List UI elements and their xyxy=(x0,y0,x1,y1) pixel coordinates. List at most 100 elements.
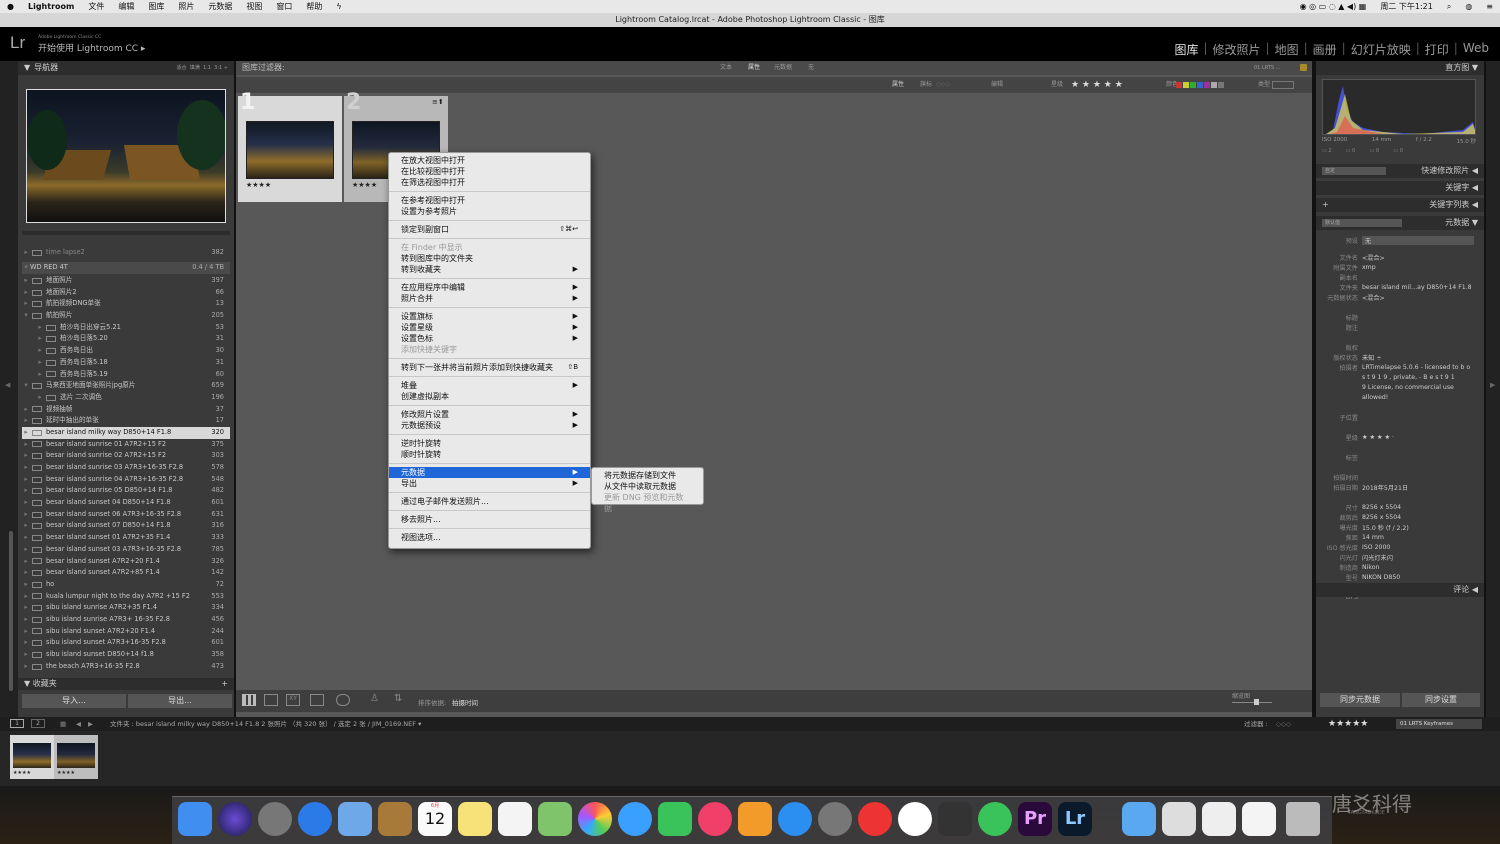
collections-header[interactable]: ▼ 收藏夹 + xyxy=(18,678,234,690)
disclosure-triangle-icon[interactable]: ▸ xyxy=(22,637,30,649)
export-button[interactable]: 导出... xyxy=(128,694,232,708)
folder-volume[interactable]: ▸ time lapse2 382 xyxy=(22,247,230,259)
netease-music-icon[interactable] xyxy=(858,802,892,836)
disclosure-triangle-icon[interactable]: ▸ xyxy=(36,345,44,357)
menu-library[interactable]: 图库 xyxy=(141,1,171,12)
metadata-row[interactable]: 拍摄时间 xyxy=(1320,472,1480,482)
filmstrip-flag-filter[interactable]: ◇◇◇ xyxy=(1276,717,1291,731)
rating-stars[interactable]: ★ ★ ★ ★ ★ xyxy=(1071,77,1123,93)
disclosure-triangle-icon[interactable]: ▸ xyxy=(22,567,30,579)
comments-header[interactable]: 评论 ◀ xyxy=(1316,583,1484,597)
lrtimelapse-icon[interactable] xyxy=(938,802,972,836)
notes-icon[interactable] xyxy=(458,802,492,836)
spotlight-icon[interactable]: ⌕ xyxy=(1440,2,1458,12)
module-slideshow[interactable]: 幻灯片放映 xyxy=(1346,41,1416,58)
brand-link[interactable]: 开始使用 Lightroom CC ▸ xyxy=(38,41,145,54)
metadata-row[interactable]: 制造商 Nikon xyxy=(1320,562,1480,572)
folder-item[interactable]: ▸ besar island sunrise 02 A7R2+15 F2 303 xyxy=(22,450,230,462)
context-menu-item[interactable]: 元数据预设 ▶ xyxy=(389,420,590,431)
folder-item[interactable]: ▸ besar island sunset 01 A7R2+35 F1.4 333 xyxy=(22,532,230,544)
disclosure-triangle-icon[interactable]: ▸ xyxy=(36,369,44,381)
metadata-value[interactable]: <混合> xyxy=(1362,293,1385,302)
grid-mini-icon[interactable]: ▦ xyxy=(60,717,66,731)
context-menu-item[interactable]: 设置星级 ▶ xyxy=(389,322,590,333)
document-icon[interactable] xyxy=(1162,802,1196,836)
module-map[interactable]: 地图 xyxy=(1270,41,1304,58)
contacts-icon[interactable] xyxy=(378,802,412,836)
context-menu-item[interactable]: 设置旗标 ▶ xyxy=(389,311,590,322)
calendar-icon[interactable]: 6月 12 xyxy=(418,802,452,836)
import-button[interactable]: 导入... xyxy=(22,694,126,708)
cell-stars[interactable]: ★★★★ xyxy=(246,181,271,189)
grid-cell[interactable]: 1 ★★★★ xyxy=(238,90,342,202)
left-scrollbar[interactable] xyxy=(9,531,13,691)
module-print[interactable]: 打印 xyxy=(1420,41,1454,58)
metadata-value[interactable]: 闪光灯未闪 xyxy=(1362,553,1393,562)
folder-item[interactable]: ▸ besar island sunset 04 D850+14 F1.8 601 xyxy=(22,497,230,509)
reminders-icon[interactable] xyxy=(498,802,532,836)
folder-item[interactable]: ▸ sibu island sunset D850+14 f1.8 358 xyxy=(22,649,230,661)
menu-help[interactable]: 帮助 xyxy=(299,1,329,12)
disclosure-triangle-icon[interactable]: ▸ xyxy=(22,404,30,416)
metadata-row[interactable] xyxy=(1320,402,1480,412)
context-menu-item[interactable]: 顺时针旋转 xyxy=(389,449,590,460)
trash-icon[interactable] xyxy=(1286,802,1320,836)
baidu-netdisk-icon[interactable] xyxy=(898,802,932,836)
music-icon[interactable] xyxy=(698,802,732,836)
back-arrow-icon[interactable]: ◀ xyxy=(76,717,81,731)
folder-item[interactable]: ▸ besar island sunrise 05 D850+14 F1.8 482 xyxy=(22,485,230,497)
lightroom-dock-icon[interactable]: Lr xyxy=(1058,802,1092,836)
metadata-value[interactable]: Nikon xyxy=(1362,564,1379,571)
cell-stars[interactable]: ★★★★ xyxy=(352,181,377,189)
forward-arrow-icon[interactable]: ▶ xyxy=(88,717,93,731)
disclosure-triangle-icon[interactable]: ▸ xyxy=(22,439,30,451)
folder-icon[interactable] xyxy=(1122,802,1156,836)
grid-view-icon[interactable] xyxy=(242,694,256,706)
menubar-clock[interactable]: 周二 下午1:21 xyxy=(1373,1,1440,12)
context-menu-item[interactable]: 转到收藏夹 ▶ xyxy=(389,264,590,275)
disclosure-triangle-icon[interactable]: ▸ xyxy=(36,357,44,369)
folder-item[interactable]: ▸ 西务岛日出 30 xyxy=(22,345,230,357)
disclosure-triangle-icon[interactable]: ▸ xyxy=(22,579,30,591)
disclosure-triangle-icon[interactable]: ▸ xyxy=(22,520,30,532)
metadata-row[interactable]: 版权 xyxy=(1320,342,1480,352)
folder-item[interactable]: ▸ sibu island sunrise A7R3+ 16-35 F2.8 456 xyxy=(22,614,230,626)
context-menu-item[interactable]: 转到下一张并将当前照片添加到快捷收藏夹 ⇧B xyxy=(389,362,590,373)
context-menu-item[interactable]: 通过电子邮件发送照片... xyxy=(389,496,590,507)
lock-icon[interactable] xyxy=(1300,64,1307,71)
safari-icon[interactable] xyxy=(298,802,332,836)
sync-metadata-button[interactable]: 同步元数据 xyxy=(1320,693,1400,707)
metadata-value[interactable]: 2018年5月21日 xyxy=(1362,483,1408,492)
metadata-row[interactable] xyxy=(1320,422,1480,432)
metadata-value[interactable]: 8256 x 5504 xyxy=(1362,514,1401,521)
metadata-value[interactable]: xmp xyxy=(1362,264,1376,271)
quick-develop-preset[interactable]: 自定 xyxy=(1322,167,1386,175)
metadata-row[interactable]: s t 9 1 9 , private, - B e s t 9 1 xyxy=(1320,372,1480,382)
folder-item[interactable]: ▸ sibu island sunset A7R3+16-35 F2.8 601 xyxy=(22,637,230,649)
folder-item[interactable]: ▸ besar island sunset 07 D850+14 F1.8 316 xyxy=(22,520,230,532)
metadata-row[interactable]: 版权状态 未知 ÷ xyxy=(1320,352,1480,362)
compare-view-icon[interactable]: XY xyxy=(286,694,300,706)
folder-item[interactable]: ▸ sibu island sunset A7R2+20 F1.4 244 xyxy=(22,626,230,638)
folder-item[interactable]: ▸ 柏沙岛日落5.20 31 xyxy=(22,333,230,345)
context-menu-item[interactable]: 元数据 ▶ xyxy=(389,467,590,478)
filmstrip-stars[interactable]: ★★★★★ xyxy=(1328,717,1368,731)
folder-item[interactable]: ▾ 航拍照片 205 xyxy=(22,310,230,322)
facetime-icon[interactable] xyxy=(658,802,692,836)
metadata-row[interactable] xyxy=(1320,442,1480,452)
context-menu-item[interactable]: 堆叠 ▶ xyxy=(389,380,590,391)
context-menu-item[interactable]: 逆时针旋转 xyxy=(389,438,590,449)
metadata-view-select[interactable]: 默认值 xyxy=(1322,219,1402,227)
folder-item[interactable]: ▸ besar island sunset A7R2+20 F1.4 326 xyxy=(22,556,230,568)
context-menu-item[interactable]: 修改照片设置 ▶ xyxy=(389,409,590,420)
metadata-value[interactable]: NIKON D850 xyxy=(1362,574,1400,581)
metadata-row[interactable] xyxy=(1320,492,1480,502)
metadata-value[interactable]: 9 License, no commercial use xyxy=(1362,384,1454,391)
metadata-row[interactable]: 拍摄者 LRTimelapse 5.0.6 - licensed to b o xyxy=(1320,362,1480,372)
context-menu-item[interactable]: 在放大视图中打开 xyxy=(389,155,590,166)
loupe-view-icon[interactable] xyxy=(264,694,278,706)
navigator-header[interactable]: ▼ 导航器 适合 填满 1:1 3:1 ÷ xyxy=(18,61,234,75)
module-library[interactable]: 图库 xyxy=(1169,41,1203,58)
folder-item[interactable]: ▸ besar island sunrise 04 A7R3+16-35 F2.8… xyxy=(22,474,230,486)
filter-tab-text[interactable]: 文本 xyxy=(720,61,732,75)
